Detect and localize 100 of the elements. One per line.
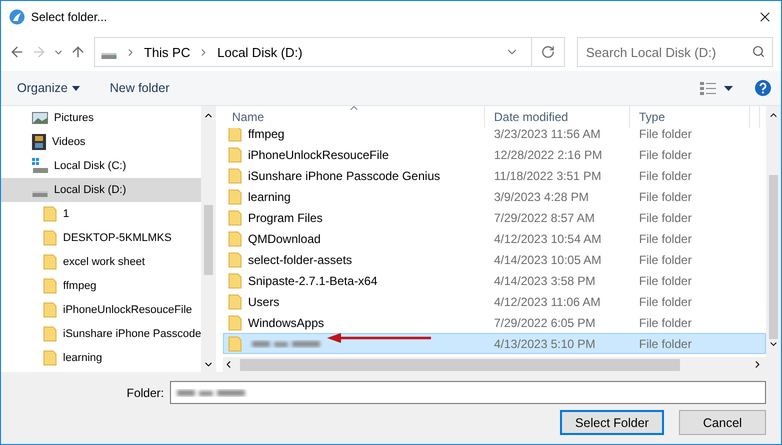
type-cell: File folder [639, 274, 692, 288]
file-row[interactable]: learning 3/9/2023 4:28 PM File folder [223, 186, 766, 207]
date-cell: 11/18/2022 3:51 PM [494, 168, 602, 182]
file-name: iSunshare iPhone Passcode Genius [248, 168, 440, 182]
folder-icon [228, 252, 242, 268]
date-cell: 12/28/2022 2:16 PM [494, 148, 602, 162]
file-row[interactable]: Users 4/12/2023 11:06 AM File folder [223, 291, 766, 312]
type-cell: File folder [639, 190, 692, 204]
file-name: Users [248, 294, 280, 308]
window-title: Select folder... [31, 10, 108, 24]
sidebar-item[interactable]: iSunshare iPhone Passcode [1, 322, 202, 346]
sidebar-item[interactable]: excel work sheet [1, 250, 202, 274]
file-row[interactable]: WindowsApps 7/29/2022 6:05 PM File folder [223, 312, 766, 333]
drive-icon [32, 191, 48, 197]
up-button[interactable] [70, 44, 86, 60]
scrollbar[interactable] [201, 106, 216, 372]
select-folder-button[interactable]: Select Folder [560, 410, 664, 435]
folder-icon [228, 188, 242, 204]
toolbar-button[interactable]: New folder [110, 81, 170, 95]
date-cell: 4/12/2023 11:06 AM [494, 294, 601, 308]
type-cell: File folder [639, 128, 692, 140]
file-name: learning [248, 190, 291, 204]
file-row[interactable]: Snipaste-2.7.1-Beta-x64 4/14/2023 3:58 PM File folder [223, 270, 766, 291]
folder-icon [228, 314, 242, 330]
date-cell: 4/14/2023 3:58 PM [494, 274, 596, 288]
sidebar-item[interactable]: 1 [1, 202, 202, 226]
file-name: Snipaste-2.7.1-Beta-x64 [248, 274, 378, 288]
sidebar-item[interactable]: Local Disk (C:) [1, 154, 202, 178]
folder-icon [43, 278, 57, 294]
date-cell: 7/29/2022 6:05 PM [494, 316, 596, 330]
date-cell: 4/13/2023 5:10 PM [494, 336, 596, 350]
date-cell: 7/29/2022 8:57 AM [494, 210, 595, 224]
scrollbar-thumb[interactable] [240, 358, 680, 370]
type-cell: File folder [639, 148, 692, 162]
help-icon[interactable] [755, 80, 771, 96]
back-button[interactable] [9, 44, 25, 60]
scrollbar[interactable] [766, 106, 781, 357]
folder-icon [43, 206, 57, 222]
sidebar-item[interactable]: ffmpeg [1, 274, 202, 298]
sidebar-item[interactable]: iPhoneUnlockResouceFile [1, 298, 202, 322]
folder-icon [228, 294, 242, 310]
scrollbar-thumb[interactable] [769, 175, 778, 339]
folder-field[interactable] [170, 381, 766, 404]
system-drive-icon [32, 158, 48, 174]
refresh-icon [541, 45, 555, 59]
folder-icon [228, 146, 242, 162]
file-name: QMDownload [248, 232, 321, 246]
type-cell: File folder [639, 294, 692, 308]
sidebar-item[interactable]: Videos [1, 130, 202, 154]
type-cell: File folder [639, 168, 692, 182]
caret-icon [72, 86, 80, 90]
folder-icon [228, 336, 242, 352]
type-cell: File folder [639, 210, 692, 224]
folder-icon [43, 254, 57, 270]
folder-icon [43, 326, 57, 342]
date-cell: 4/12/2023 10:54 AM [494, 232, 602, 246]
date-cell: 4/14/2023 10:05 AM [494, 252, 602, 266]
organize-menu[interactable]: Organize [17, 81, 80, 95]
type-cell: File folder [639, 316, 692, 330]
file-row[interactable]: Program Files 7/29/2022 8:57 AM File folder [223, 207, 766, 228]
column-header[interactable]: Date modified [485, 106, 630, 128]
cancel-button[interactable]: Cancel [679, 410, 766, 435]
folder-icon [228, 168, 242, 184]
search-icon[interactable] [752, 45, 765, 58]
sidebar-item[interactable]: Pictures [1, 106, 202, 130]
sidebar-item[interactable]: Local Disk (D:) [1, 178, 202, 202]
file-row[interactable]: iSunshare iPhone Passcode Genius 11/18/2022 3:51 PM File folder [223, 165, 766, 186]
app-logo-icon [9, 9, 25, 25]
scrollbar-thumb[interactable] [204, 205, 214, 275]
file-row[interactable]: ffmpeg 3/23/2023 11:56 AM File folder [223, 128, 766, 144]
type-cell: File folder [639, 252, 692, 266]
file-name: iPhoneUnlockResouceFile [248, 148, 389, 162]
file-name: select-folder-assets [248, 252, 352, 266]
breadcrumb-item[interactable]: This PC [144, 44, 190, 60]
type-cell: File folder [639, 232, 692, 246]
type-cell: File folder [639, 336, 692, 350]
breadcrumb-item[interactable]: Local Disk (D:) [217, 44, 302, 60]
file-row[interactable]: QMDownload 4/12/2023 10:54 AM File folder [223, 228, 766, 249]
field-label: Folder: [126, 386, 164, 400]
file-row[interactable]: 4/13/2023 5:10 PM File folder [223, 333, 766, 354]
file-row[interactable]: iPhoneUnlockResouceFile 12/28/2022 2:16 PM File folder [223, 144, 766, 165]
file-name: Program Files [248, 210, 323, 224]
file-name: ffmpeg [248, 128, 284, 140]
column-header[interactable]: Type [630, 106, 750, 128]
horizontal-scrollbar[interactable] [223, 357, 781, 372]
file-row[interactable]: select-folder-assets 4/14/2023 10:05 AM File folder [223, 249, 766, 270]
view-options-icon[interactable] [700, 82, 733, 94]
folder-icon [228, 230, 242, 246]
folder-icon [43, 302, 57, 318]
search-field[interactable]: Search Local Disk (D:) [577, 37, 773, 67]
sidebar-item[interactable]: learning [1, 346, 202, 370]
file-name: WindowsApps [248, 316, 324, 330]
drive-icon [101, 53, 117, 59]
film-icon [32, 134, 46, 150]
date-cell: 3/9/2023 4:28 PM [494, 190, 589, 204]
folder-icon [228, 272, 242, 288]
date-cell: 3/23/2023 11:56 AM [494, 128, 601, 140]
sidebar-item[interactable]: DESKTOP-5KMLMKS [1, 226, 202, 250]
pictures-icon [32, 111, 48, 125]
folder-icon [43, 350, 57, 366]
